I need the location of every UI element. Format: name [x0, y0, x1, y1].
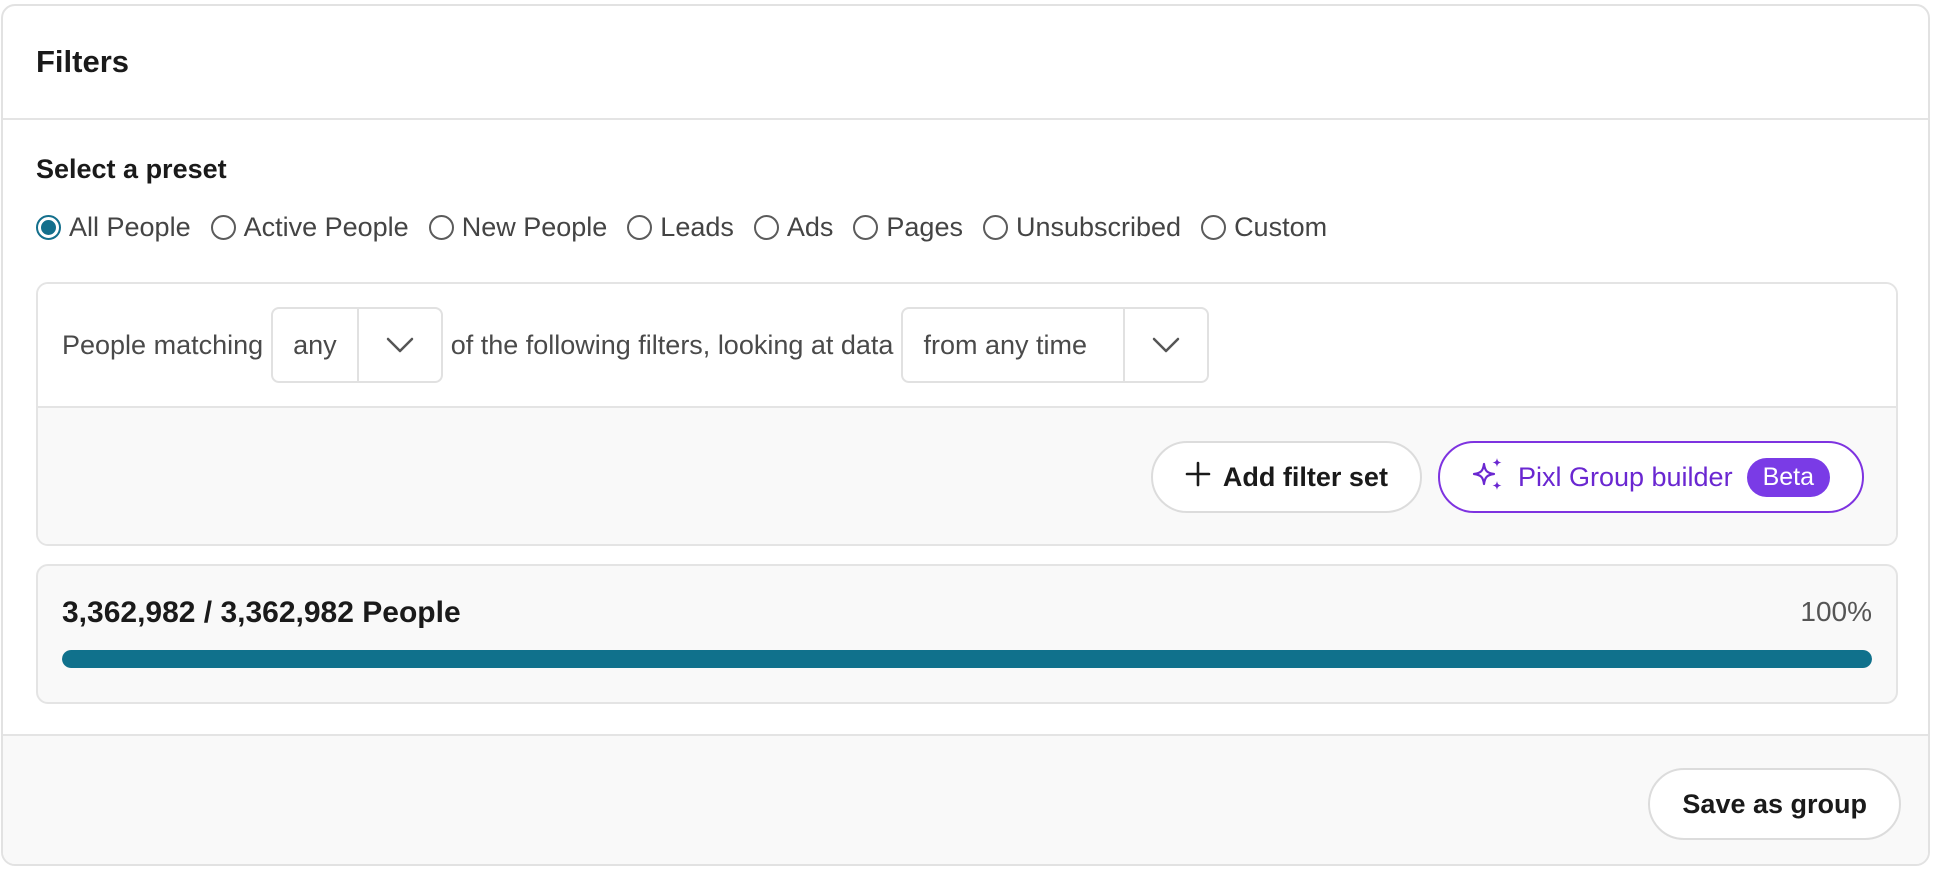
preset-new-people[interactable]: New People — [428, 212, 608, 243]
radio-button[interactable] — [982, 215, 1008, 240]
save-as-group-button[interactable]: Save as group — [1648, 768, 1901, 840]
filter-middle-text: of the following filters, looking at dat… — [450, 329, 894, 360]
filter-builder: People matching any of the following fil… — [36, 282, 1898, 546]
preset-option-label: Pages — [886, 212, 963, 242]
preset-label: Select a preset — [36, 154, 227, 184]
preset-custom[interactable]: Custom — [1201, 212, 1327, 243]
radio-button[interactable] — [36, 215, 61, 240]
filter-prefix-text: People matching — [62, 329, 264, 360]
preset-pages[interactable]: Pages — [853, 212, 963, 243]
time-range-value: from any time — [923, 329, 1087, 360]
preset-active-people[interactable]: Active People — [210, 212, 409, 243]
radio-button[interactable] — [853, 215, 879, 240]
plus-icon — [1185, 461, 1211, 494]
sparkles-icon — [1470, 456, 1506, 499]
preset-option-label: All People — [69, 212, 191, 242]
match-type-select[interactable]: any — [271, 307, 443, 383]
add-filter-set-label: Add filter set — [1222, 461, 1388, 492]
audience-progress-fill — [62, 650, 1872, 668]
preset-option-label: New People — [461, 212, 608, 242]
pixl-builder-label: Pixl Group builder — [1517, 461, 1733, 492]
people-percent: 100% — [1800, 596, 1872, 627]
filters-panel: Filters Select a preset All People Activ… — [1, 4, 1930, 866]
preset-option-label: Active People — [243, 212, 409, 242]
radio-button[interactable] — [428, 215, 454, 240]
radio-button[interactable] — [210, 215, 236, 240]
radio-button[interactable] — [1201, 215, 1227, 240]
match-type-value: any — [293, 329, 337, 360]
audience-progress-bar — [62, 650, 1872, 668]
panel-title: Filters — [36, 44, 130, 79]
preset-ads[interactable]: Ads — [753, 212, 834, 243]
filter-actions: Add filter set Pixl Group builder Beta — [38, 408, 1896, 544]
preset-option-label: Leads — [660, 212, 734, 242]
radio-button[interactable] — [753, 215, 779, 240]
preset-option-label: Ads — [786, 212, 834, 242]
preset-unsubscribed[interactable]: Unsubscribed — [982, 212, 1182, 243]
preset-all-people[interactable]: All People — [36, 212, 191, 243]
panel-header: Filters — [3, 6, 1928, 120]
add-filter-set-button[interactable]: Add filter set — [1150, 441, 1422, 513]
people-count: 3,362,982 / 3,362,982 People — [62, 596, 461, 629]
time-range-select[interactable]: from any time — [901, 307, 1209, 383]
chevron-down-icon[interactable] — [356, 309, 441, 381]
radio-button[interactable] — [627, 215, 653, 240]
filter-sentence: People matching any of the following fil… — [38, 284, 1896, 408]
pixl-group-builder-button[interactable]: Pixl Group builder Beta — [1437, 441, 1864, 513]
audience-summary: 3,362,982 / 3,362,982 People 100% — [36, 564, 1898, 704]
panel-footer: Save as group — [3, 734, 1928, 864]
preset-radio-group: All People Active People New People Lead… — [36, 212, 1327, 243]
preset-option-label: Unsubscribed — [1015, 212, 1182, 242]
preset-option-label: Custom — [1234, 212, 1328, 242]
chevron-down-icon[interactable] — [1123, 309, 1207, 381]
preset-leads[interactable]: Leads — [627, 212, 734, 243]
beta-badge: Beta — [1746, 457, 1830, 497]
